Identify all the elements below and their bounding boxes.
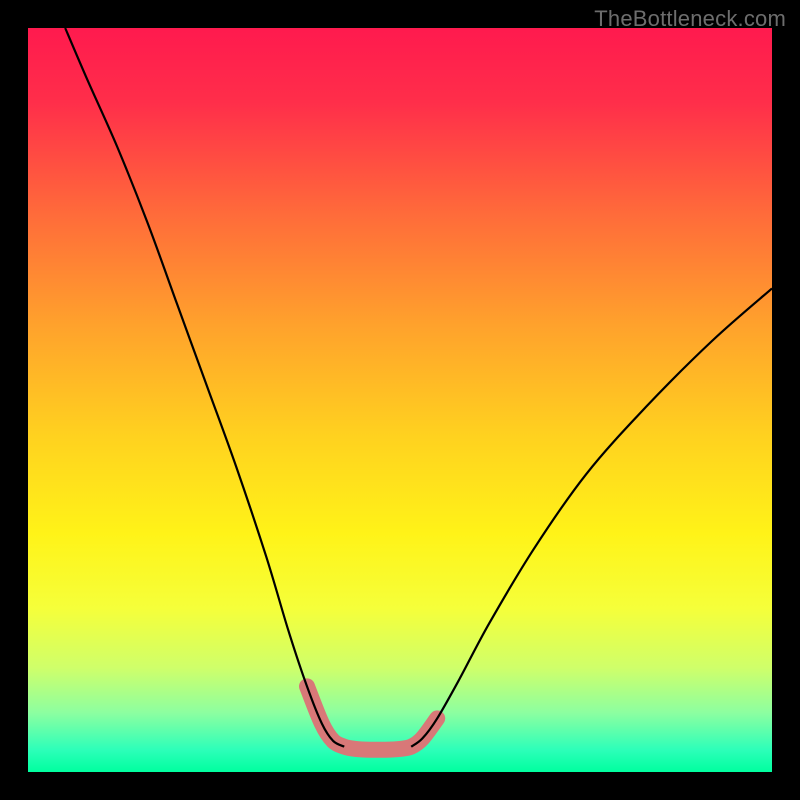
plot-background xyxy=(28,28,772,772)
chart-frame: TheBottleneck.com xyxy=(0,0,800,800)
bottleneck-chart xyxy=(0,0,800,800)
watermark-text: TheBottleneck.com xyxy=(594,6,786,32)
